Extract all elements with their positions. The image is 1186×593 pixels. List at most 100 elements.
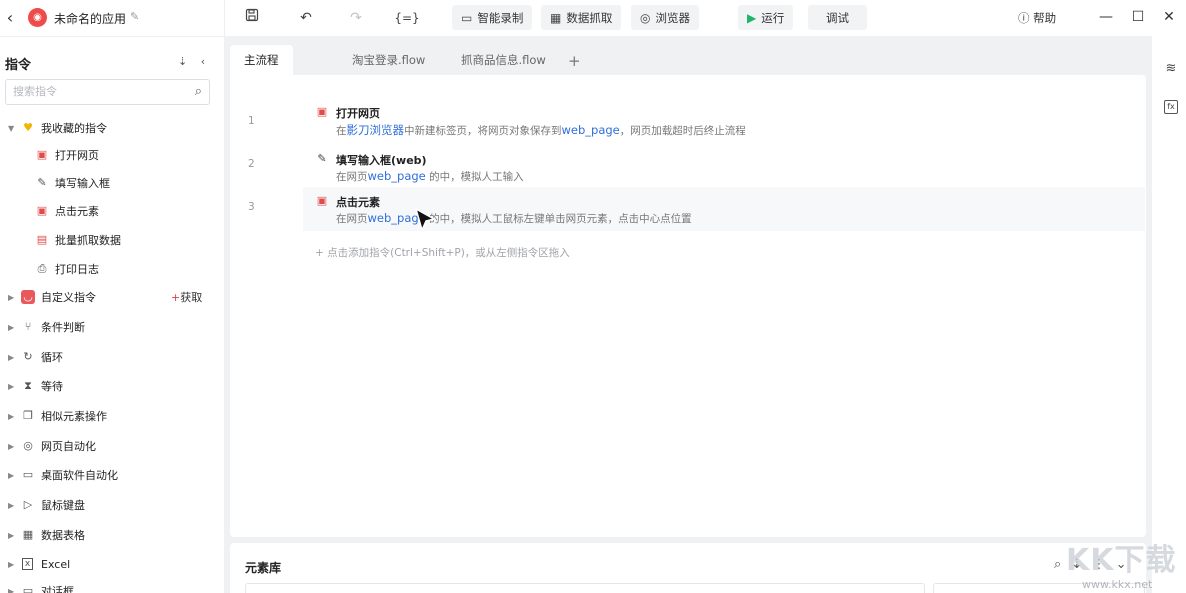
function-icon[interactable]: fx: [1164, 100, 1178, 114]
expand-arrow-icon[interactable]: ▶: [8, 442, 14, 451]
favorite-item-fill-input[interactable]: ✎ 填写输入框: [0, 172, 224, 194]
top-bar: ‹ ◉ 未命名的应用 ✎ ↶ ↷ {=} ▭ 智能录制 ▦ 数据抓取 ◎ 浏览器…: [0, 0, 1186, 36]
category-label: 等待: [41, 380, 63, 393]
debug-button[interactable]: 调试: [808, 5, 867, 30]
favorite-item-label: 批量抓取数据: [55, 234, 121, 247]
category-label: 相似元素操作: [41, 410, 107, 423]
command-search-input[interactable]: [13, 85, 183, 98]
favorite-item-print-log[interactable]: ⎙ 打印日志: [0, 258, 224, 280]
debug-label: 调试: [826, 10, 849, 25]
category-desktop-automation[interactable]: ▶ ▭ 桌面软件自动化: [0, 464, 224, 486]
table-icon: ▦: [550, 10, 562, 25]
add-tab-icon[interactable]: +: [568, 52, 581, 70]
chrome-icon: ◎: [640, 10, 651, 25]
browser-button[interactable]: ◎ 浏览器: [631, 5, 699, 30]
tab-main-flow[interactable]: 主流程: [230, 45, 293, 75]
custom-commands-group[interactable]: ▶ ◡ 自定义指令 +获取: [0, 286, 224, 308]
desc-text: 在: [336, 125, 347, 137]
expand-arrow-icon[interactable]: ▶: [8, 293, 14, 302]
layers-icon[interactable]: ≋: [1163, 61, 1179, 77]
category-label: Excel: [41, 557, 71, 571]
tab-grab-product-info[interactable]: 抓商品信息.flow: [447, 45, 560, 75]
expand-arrow-icon[interactable]: ▶: [8, 531, 14, 540]
batch-grab-icon: ▤: [36, 233, 48, 246]
printer-icon: ⎙: [37, 262, 47, 275]
variable-icon[interactable]: {=}: [393, 7, 421, 29]
command-panel: 指令 ⇣ ‹ ⌕ ▼ ♥ 我收藏的指令 ▣ 打开网页 ✎ 填写输入框 ▣ 点击元…: [0, 36, 224, 593]
get-commands-button[interactable]: +获取: [171, 289, 202, 305]
get-label: 获取: [180, 291, 203, 304]
help-icon: ⓘ: [1018, 11, 1030, 25]
favorite-item-label: 打印日志: [55, 263, 99, 276]
app-title[interactable]: 未命名的应用: [54, 10, 126, 27]
variable-link[interactable]: web_page: [368, 169, 426, 183]
category-condition[interactable]: ▶ ⑂ 条件判断: [0, 316, 224, 338]
favorite-item-batch-grab[interactable]: ▤ 批量抓取数据: [0, 229, 224, 251]
category-similar-elements[interactable]: ▶ ❐ 相似元素操作: [0, 405, 224, 427]
custom-command-icon: ◡: [21, 290, 35, 304]
search-icon[interactable]: ⌕: [195, 84, 202, 99]
run-button[interactable]: ▶ 运行: [738, 5, 794, 30]
browser-link[interactable]: 影刀浏览器: [347, 123, 405, 137]
data-grab-button[interactable]: ▦ 数据抓取: [541, 5, 622, 30]
desc-text: 的中，模拟人工鼠标左键单击网页元素，点击中心点位置: [425, 213, 692, 225]
expand-arrow-icon[interactable]: ▶: [8, 501, 14, 510]
desc-text: 的中，模拟人工输入: [425, 171, 524, 183]
back-icon[interactable]: ‹: [2, 9, 18, 27]
edit-title-icon[interactable]: ✎: [130, 10, 139, 23]
category-data-table[interactable]: ▶ ▦ 数据表格: [0, 524, 224, 546]
redo-icon[interactable]: ↷: [345, 7, 367, 29]
expand-arrow-icon[interactable]: ▶: [8, 412, 14, 421]
video-camera-icon: ▭: [461, 10, 473, 25]
favorite-item-label: 填写输入框: [55, 177, 110, 190]
step-title: 点击元素: [336, 196, 380, 209]
flow-editor[interactable]: 1 2 3 ▣ 打开网页 在影刀浏览器中新建标签页，将网页对象保存到web_pa…: [230, 75, 1146, 537]
sort-icon[interactable]: ⇣: [178, 55, 187, 68]
flow-step[interactable]: ✎ 填写输入框(web) 在网页web_page 的中，模拟人工输入: [303, 145, 1145, 189]
command-search[interactable]: ⌕: [5, 79, 210, 105]
smart-record-label: 智能录制: [477, 10, 524, 25]
maximize-icon[interactable]: ☐: [1129, 8, 1147, 26]
category-loop[interactable]: ▶ ↻ 循环: [0, 346, 224, 368]
favorites-group[interactable]: ▼ ♥ 我收藏的指令: [0, 117, 224, 139]
expand-arrow-icon[interactable]: ▶: [8, 323, 14, 332]
line-number: 2: [248, 158, 255, 170]
step-description: 在网页web_page 的中，模拟人工输入: [336, 169, 524, 184]
search-icon[interactable]: ⌕: [1054, 557, 1061, 572]
category-label: 鼠标键盘: [41, 499, 85, 512]
favorite-item-label: 点击元素: [55, 205, 99, 218]
expand-arrow-icon[interactable]: ▶: [8, 382, 14, 391]
category-excel[interactable]: ▶ x Excel: [0, 553, 224, 575]
minimize-icon[interactable]: —: [1097, 8, 1115, 26]
desc-text: 在网页: [336, 171, 368, 183]
panel-title: 指令: [5, 58, 32, 73]
expand-arrow-icon[interactable]: ▼: [8, 124, 14, 133]
edit-box-icon: ✎: [37, 176, 47, 189]
category-web-automation[interactable]: ▶ ◎ 网页自动化: [0, 435, 224, 457]
tab-taobao-login[interactable]: 淘宝登录.flow: [338, 45, 439, 75]
flow-step[interactable]: ▣ 打开网页 在影刀浏览器中新建标签页，将网页对象保存到web_page，网页加…: [303, 98, 1145, 142]
variable-link[interactable]: web_page: [562, 123, 620, 137]
category-wait[interactable]: ▶ ⧗ 等待: [0, 375, 224, 397]
browser-label: 浏览器: [655, 10, 690, 25]
expand-arrow-icon[interactable]: ▶: [8, 471, 14, 480]
plus-icon: +: [171, 291, 181, 304]
help-button[interactable]: ⓘ 帮助: [1018, 10, 1056, 26]
expand-arrow-icon[interactable]: ▶: [8, 560, 14, 569]
expand-arrow-icon[interactable]: ▶: [8, 587, 14, 593]
smart-record-button[interactable]: ▭ 智能录制: [452, 5, 533, 30]
add-command-hint[interactable]: + 点击添加指令(Ctrl+Shift+P)，或从左侧指令区拖入: [315, 245, 570, 260]
element-library-title: 元素库: [245, 561, 282, 575]
category-mouse-keyboard[interactable]: ▶ ▷ 鼠标键盘: [0, 494, 224, 516]
step-description: 在影刀浏览器中新建标签页，将网页对象保存到web_page，网页加载超时后终止流…: [336, 122, 746, 138]
undo-icon[interactable]: ↶: [295, 7, 317, 29]
favorite-item-open-page[interactable]: ▣ 打开网页: [0, 144, 224, 166]
monitor-icon: ▭: [22, 468, 34, 481]
element-library-panel: 元素库 ⌕ ⇣ ⋮ ⌄: [230, 543, 1146, 593]
category-dialog[interactable]: ▶ ▭ 对话框: [0, 580, 224, 593]
save-icon[interactable]: [241, 7, 263, 29]
expand-arrow-icon[interactable]: ▶: [8, 353, 14, 362]
collapse-panel-icon[interactable]: ‹: [201, 55, 205, 68]
close-icon[interactable]: ✕: [1160, 8, 1178, 26]
favorite-item-click-element[interactable]: ▣ 点击元素: [0, 200, 224, 222]
